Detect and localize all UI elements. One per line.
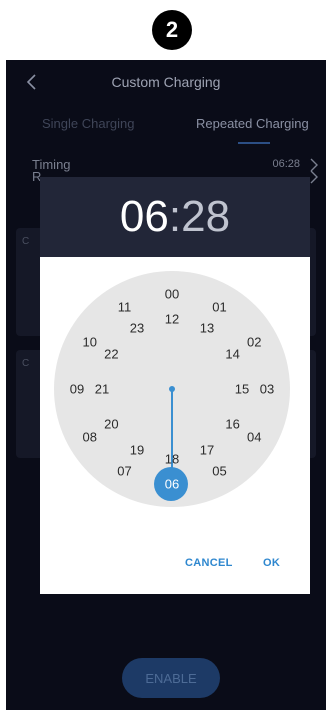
hour-display[interactable]: 06 (120, 192, 169, 241)
app-header: Custom Charging (6, 60, 326, 104)
hour-16[interactable]: 16 (225, 417, 239, 432)
hour-08[interactable]: 08 (82, 429, 96, 444)
active-tab-indicator (238, 142, 270, 144)
chevron-left-icon[interactable] (22, 72, 42, 92)
hour-01[interactable]: 01 (212, 299, 226, 314)
time-picker-dialog: 00 01 02 03 04 05 06 07 08 09 10 11 12 13 14 15 16 17 18 19… (40, 257, 310, 594)
clock-center (169, 386, 175, 392)
hour-07[interactable]: 07 (117, 464, 131, 479)
time-separator: : (168, 192, 182, 241)
hour-17[interactable]: 17 (200, 442, 214, 457)
hour-09[interactable]: 09 (70, 382, 84, 397)
page-title: Custom Charging (111, 74, 221, 90)
tab-repeated-charging[interactable]: Repeated Charging (196, 116, 309, 131)
hour-12[interactable]: 12 (165, 312, 179, 327)
hour-00[interactable]: 00 (165, 287, 179, 302)
charging-tabs: Single Charging Repeated Charging (6, 116, 326, 146)
clock-face[interactable]: 00 01 02 03 04 05 06 07 08 09 10 11 12 13 14 15 16 17 18 19… (54, 271, 290, 507)
card-label: C (22, 358, 30, 369)
enable-button[interactable]: ENABLE (122, 658, 220, 698)
hour-11[interactable]: 11 (118, 299, 132, 314)
hour-20[interactable]: 20 (104, 417, 118, 432)
hour-19[interactable]: 19 (130, 442, 144, 457)
hour-22[interactable]: 22 (104, 347, 118, 362)
hour-18[interactable]: 18 (165, 452, 179, 467)
hour-05[interactable]: 05 (212, 464, 226, 479)
tab-single-charging[interactable]: Single Charging (42, 116, 135, 131)
hour-15[interactable]: 15 (235, 382, 249, 397)
hour-21[interactable]: 21 (95, 382, 109, 397)
step-badge: 2 (152, 10, 192, 50)
hour-10[interactable]: 10 (82, 334, 96, 349)
hour-23[interactable]: 23 (130, 321, 144, 336)
hour-03[interactable]: 03 (260, 382, 274, 397)
hour-14[interactable]: 14 (225, 347, 239, 362)
ok-button[interactable]: OK (263, 557, 280, 569)
hour-13[interactable]: 13 (200, 321, 214, 336)
phone-screen: Custom Charging Single Charging Repeated… (6, 60, 326, 710)
card-label: C (22, 236, 30, 247)
time-display: 06:28 (120, 192, 230, 242)
cancel-button[interactable]: CANCEL (185, 557, 233, 569)
hour-06[interactable]: 06 (165, 477, 179, 492)
time-picker-header: 06:28 (40, 177, 310, 257)
hour-02[interactable]: 02 (247, 334, 261, 349)
hour-04[interactable]: 04 (247, 429, 261, 444)
minute-display[interactable]: 28 (181, 192, 230, 241)
